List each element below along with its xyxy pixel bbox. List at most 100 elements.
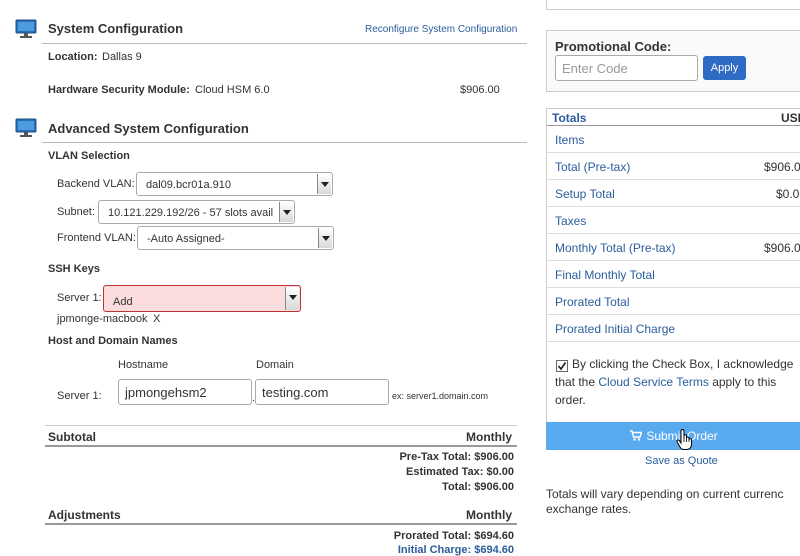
- subnet-value: 10.121.229.192/26 - 57 slots avail: [108, 207, 274, 219]
- prorated-total: Prorated Total: $694.60: [393, 530, 514, 542]
- divider: [42, 43, 527, 44]
- terms-checkbox[interactable]: [556, 360, 568, 372]
- domain-column: Domain: [256, 359, 294, 371]
- initial-charge: Initial Charge: $694.60: [397, 544, 514, 556]
- totals-row-pretax: Total (Pre-tax) $906.0: [555, 160, 800, 174]
- terms-text-line3: order.: [555, 393, 586, 407]
- footnote-line1: Totals will vary depending on current cu…: [546, 487, 784, 501]
- divider: [547, 152, 800, 153]
- subnet-select[interactable]: 10.121.229.192/26 - 57 slots avail: [98, 200, 295, 224]
- totals-row-monthly: Monthly Total (Pre-tax) $906.0: [555, 241, 800, 255]
- domain-example: ex: server1.domain.com: [392, 391, 489, 401]
- system-config-monitor-icon: [15, 19, 37, 39]
- totals-row-label: Final Monthly Total: [555, 268, 655, 282]
- divider: [42, 142, 527, 143]
- submit-order-button[interactable]: Submit Order: [546, 422, 800, 450]
- ssh-key-select-value: Add: [113, 296, 133, 308]
- cloud-service-terms-link[interactable]: Cloud Service Terms: [598, 375, 708, 389]
- ssh-key-select[interactable]: Add: [103, 285, 301, 312]
- totals-row-setup: Setup Total $0.0: [555, 187, 800, 201]
- totals-row-prorated-initial: Prorated Initial Charge: [555, 322, 800, 336]
- backend-vlan-select[interactable]: dal09.bcr01a.910: [136, 172, 333, 196]
- subnet-label: Subnet:: [57, 206, 95, 218]
- frontend-vlan-label: Frontend VLAN:: [57, 232, 136, 244]
- divider: [547, 287, 800, 288]
- subtotal-column: Monthly: [466, 430, 512, 444]
- hostname-value: jpmongehsm2: [125, 385, 207, 400]
- divider: [547, 260, 800, 261]
- domain-value: testing.com: [262, 385, 329, 400]
- totals-row-label: Setup Total: [555, 187, 615, 201]
- ssh-server-label: Server 1:: [57, 292, 102, 304]
- totals-row-final-monthly: Final Monthly Total: [555, 268, 800, 282]
- frontend-vlan-value: -Auto Assigned-: [147, 233, 225, 245]
- subtotal-title: Subtotal: [48, 430, 96, 444]
- terms-text-line1: By clicking the Check Box, I acknowledge: [572, 357, 794, 371]
- totals-row-items: Items: [555, 133, 800, 147]
- totals-title: Totals: [552, 111, 587, 125]
- totals-row-value: $906.0: [764, 160, 800, 174]
- chevron-down-icon: [318, 228, 332, 248]
- apply-button[interactable]: Apply: [703, 56, 746, 80]
- ssh-key-remove[interactable]: X: [153, 313, 160, 325]
- hostname-input[interactable]: jpmongehsm2: [118, 379, 252, 405]
- divider: [45, 523, 517, 525]
- backend-vlan-label: Backend VLAN:: [57, 178, 135, 190]
- hsm-price: $906.00: [460, 84, 500, 96]
- totals-row-label: Monthly Total (Pre-tax): [555, 241, 676, 255]
- promo-label: Promotional Code:: [555, 39, 672, 54]
- totals-row-taxes: Taxes: [555, 214, 800, 228]
- host-heading: Host and Domain Names: [48, 335, 178, 347]
- divider: [547, 125, 800, 126]
- ssh-key-name: jpmonge-macbook: [57, 313, 148, 325]
- divider: [547, 314, 800, 315]
- promo-code-input[interactable]: Enter Code: [555, 55, 698, 81]
- pretax-total: Pre-Tax Total: $906.00: [399, 451, 514, 463]
- adjustments-column: Monthly: [466, 508, 512, 522]
- promo-placeholder: Enter Code: [562, 61, 628, 76]
- chevron-down-icon: [317, 174, 331, 194]
- hsm-value: Cloud HSM 6.0: [195, 84, 270, 96]
- system-config-title: System Configuration: [48, 21, 184, 36]
- hostname-column: Hostname: [118, 359, 169, 371]
- hsm-label: Hardware Security Module:: [48, 84, 190, 96]
- divider: [547, 233, 800, 234]
- advanced-title: Advanced System Configuration: [48, 121, 249, 136]
- hand-cursor-icon: [676, 428, 694, 451]
- host-server-label: Server 1:: [57, 390, 102, 402]
- backend-vlan-value: dal09.bcr01a.910: [146, 179, 232, 191]
- save-as-quote-link[interactable]: Save as Quote: [645, 455, 718, 467]
- divider: [45, 425, 517, 426]
- footnote-line2: exchange rates.: [546, 502, 632, 516]
- totals-row-label: Total (Pre-tax): [555, 160, 631, 174]
- terms-text-line2: that the Cloud Service Terms apply to th…: [555, 375, 776, 389]
- checkmark-icon: [557, 362, 567, 371]
- reconfigure-link[interactable]: Reconfigure System Configuration: [365, 24, 517, 35]
- divider: [45, 445, 517, 447]
- terms-text-prefix: that the: [555, 375, 599, 389]
- cart-icon: [630, 430, 643, 441]
- totals-row-value: $906.0: [764, 241, 800, 255]
- chevron-down-icon: [279, 202, 293, 222]
- totals-row-label: Prorated Total: [555, 295, 630, 309]
- totals-row-value: $0.0: [776, 187, 800, 201]
- domain-input[interactable]: testing.com: [255, 379, 389, 405]
- totals-row-prorated: Prorated Total: [555, 295, 800, 309]
- frontend-vlan-select[interactable]: -Auto Assigned-: [137, 226, 334, 250]
- totals-row-label: Items: [555, 133, 585, 147]
- vlan-heading: VLAN Selection: [48, 150, 130, 162]
- totals-row-label: Taxes: [555, 214, 587, 228]
- advanced-monitor-icon: [15, 118, 37, 138]
- apply-label: Apply: [710, 62, 739, 74]
- estimated-tax: Estimated Tax: $0.00: [405, 466, 514, 478]
- adjustments-title: Adjustments: [48, 508, 121, 522]
- location-value: Dallas 9: [102, 51, 142, 63]
- ssh-heading: SSH Keys: [48, 263, 100, 275]
- divider: [547, 206, 800, 207]
- totals-currency: USD: [781, 111, 800, 125]
- location-label: Location:: [48, 51, 98, 63]
- divider: [547, 179, 800, 180]
- subtotal-total: Total: $906.00: [442, 481, 514, 493]
- terms-text-suffix: apply to this: [708, 375, 777, 389]
- chevron-down-icon: [285, 287, 299, 310]
